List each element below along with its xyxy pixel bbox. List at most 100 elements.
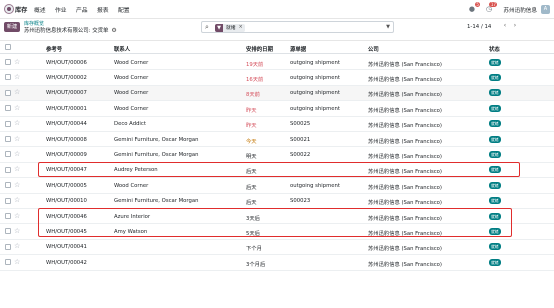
chat-icon[interactable]: ● 5 bbox=[467, 2, 481, 14]
row-checkbox[interactable] bbox=[5, 151, 11, 158]
cell-scheduled-date: 明天 bbox=[246, 153, 257, 160]
search-bar[interactable]: ⌕ ▼ 就绪 × ▼ bbox=[201, 21, 394, 33]
star-icon[interactable]: ☆ bbox=[14, 165, 20, 174]
cell-scheduled-date: 后天 bbox=[246, 200, 257, 207]
table-row[interactable]: ☆ WH/OUT/00005 Wood Corner 后天 outgoing s… bbox=[0, 178, 554, 194]
cell-scheduled-date: 3天后 bbox=[246, 215, 260, 222]
row-checkbox[interactable] bbox=[5, 136, 11, 142]
cell-company: 苏州迅豹信息 (San Francisco) bbox=[368, 92, 442, 99]
status-badge: 就绪 bbox=[489, 197, 501, 205]
menu-operations[interactable]: 作业 bbox=[55, 5, 67, 14]
star-icon[interactable]: ☆ bbox=[14, 212, 20, 221]
menu-reporting[interactable]: 报表 bbox=[97, 5, 109, 14]
row-checkbox[interactable] bbox=[5, 89, 11, 96]
row-checkbox[interactable] bbox=[5, 243, 11, 250]
top-navbar: 库存 概述 作业 产品 报表 配置 ● 5 ◷ 17 苏州迅豹信息 A bbox=[0, 0, 554, 19]
star-icon[interactable]: ☆ bbox=[14, 227, 20, 236]
cell-reference: WH/OUT/00042 bbox=[46, 259, 87, 266]
cell-source-document: S00025 bbox=[290, 121, 311, 128]
clock-icon[interactable]: ◷ 17 bbox=[484, 2, 498, 14]
menu-configuration[interactable]: 配置 bbox=[118, 5, 130, 14]
star-icon[interactable]: ☆ bbox=[14, 88, 20, 97]
star-icon[interactable]: ☆ bbox=[14, 258, 20, 267]
table-row[interactable]: ☆ WH/OUT/00007 Wood Corner 8天前 outgoing … bbox=[0, 85, 554, 102]
cell-company: 苏州迅豹信息 (San Francisco) bbox=[368, 184, 442, 191]
row-checkbox[interactable] bbox=[5, 197, 11, 204]
cell-source-document: outgoing shipment bbox=[290, 182, 340, 189]
star-icon[interactable]: ☆ bbox=[14, 150, 20, 159]
status-badge: 就绪 bbox=[489, 181, 501, 189]
row-checkbox[interactable] bbox=[5, 74, 11, 81]
cell-scheduled-date: 今天 bbox=[246, 138, 257, 145]
table-row[interactable]: ☆ WH/OUT/00046 Azure Interior 3天后 苏州迅豹信息… bbox=[0, 209, 554, 225]
row-checkbox[interactable] bbox=[5, 259, 11, 266]
table-row[interactable]: ☆ WH/OUT/00041 下个月 苏州迅豹信息 (San Francisco… bbox=[0, 240, 554, 256]
chevron-down-icon[interactable]: ▼ bbox=[386, 23, 390, 32]
menu-overview[interactable]: 概述 bbox=[34, 5, 46, 14]
menu-products[interactable]: 产品 bbox=[76, 5, 88, 14]
star-icon[interactable]: ☆ bbox=[14, 181, 20, 190]
cell-scheduled-date: 5天后 bbox=[246, 230, 260, 237]
star-icon[interactable]: ☆ bbox=[14, 104, 20, 113]
star-icon[interactable]: ☆ bbox=[14, 135, 20, 144]
status-badge: 就绪 bbox=[489, 135, 501, 143]
cell-source-document: outgoing shipment bbox=[290, 74, 340, 81]
app-name[interactable]: 库存 bbox=[15, 5, 27, 14]
activities-badge: 17 bbox=[489, 2, 498, 7]
cell-company: 苏州迅豹信息 (San Francisco) bbox=[368, 246, 442, 253]
column-contact[interactable]: 联系人 bbox=[114, 45, 130, 53]
cell-contact: Wood Corner bbox=[114, 182, 149, 189]
table-row[interactable]: ☆ WH/OUT/00047 Audrey Peterson 后天 苏州迅豹信息… bbox=[0, 163, 554, 179]
column-company[interactable]: 公司 bbox=[368, 45, 379, 53]
row-checkbox[interactable] bbox=[5, 182, 11, 189]
table-row[interactable]: ☆ WH/OUT/00009 Gemini Furniture, Oscar M… bbox=[0, 147, 554, 163]
new-button[interactable]: 新建 bbox=[4, 22, 20, 32]
cell-reference: WH/OUT/00006 bbox=[46, 59, 87, 66]
chevron-left-icon[interactable]: ‹ bbox=[501, 22, 509, 30]
cell-source-document: S00021 bbox=[290, 136, 311, 143]
row-checkbox[interactable] bbox=[5, 120, 11, 127]
row-checkbox[interactable] bbox=[5, 59, 11, 65]
cell-scheduled-date: 19天前 bbox=[246, 61, 264, 68]
table-row[interactable]: ☆ WH/OUT/00001 Wood Corner 昨天 outgoing s… bbox=[0, 101, 554, 117]
cell-contact: Azure Interior bbox=[114, 213, 151, 220]
gear-icon[interactable]: ⚙ bbox=[111, 27, 116, 34]
table-row[interactable]: ☆ WH/OUT/00010 Gemini Furniture, Oscar M… bbox=[0, 194, 554, 209]
column-scheduled-date[interactable]: 安排的日期 bbox=[246, 45, 273, 53]
row-checkbox[interactable] bbox=[5, 213, 11, 219]
table-row[interactable]: ☆ WH/OUT/00045 Amy Watson 5天后 苏州迅豹信息 (Sa… bbox=[0, 224, 554, 240]
table-row[interactable]: ☆ WH/OUT/00008 Gemini Furniture, Oscar M… bbox=[0, 132, 554, 148]
avatar[interactable]: A bbox=[541, 5, 550, 14]
app-icon[interactable] bbox=[4, 4, 14, 14]
select-all-checkbox[interactable] bbox=[5, 44, 11, 50]
status-badge: 就绪 bbox=[489, 258, 501, 266]
pager-value[interactable]: 1-14 / 14 bbox=[467, 24, 491, 30]
row-checkbox[interactable] bbox=[5, 166, 11, 173]
column-reference[interactable]: 参考号 bbox=[46, 45, 62, 53]
row-checkbox[interactable] bbox=[5, 105, 11, 112]
cell-company: 苏州迅豹信息 (San Francisco) bbox=[368, 230, 442, 237]
star-icon[interactable]: ☆ bbox=[14, 196, 20, 205]
close-icon[interactable]: × bbox=[239, 25, 245, 30]
navbar-systray: ● 5 ◷ 17 苏州迅豹信息 A bbox=[467, 2, 550, 16]
star-icon[interactable]: ☆ bbox=[14, 242, 20, 251]
column-source-document[interactable]: 源单据 bbox=[290, 45, 306, 53]
column-status[interactable]: 状态 bbox=[489, 45, 500, 53]
table-row[interactable]: ☆ WH/OUT/00006 Wood Corner 19天前 outgoing… bbox=[0, 55, 554, 71]
chevron-right-icon[interactable]: › bbox=[511, 22, 519, 30]
table-row[interactable]: ☆ WH/OUT/00002 Wood Corner 16天前 outgoing… bbox=[0, 70, 554, 86]
star-icon[interactable]: ☆ bbox=[14, 119, 20, 128]
cell-source-document: outgoing shipment bbox=[290, 90, 340, 97]
cell-source-document: S00022 bbox=[290, 151, 311, 158]
table-row[interactable]: ☆ WH/OUT/00042 3个月后 苏州迅豹信息 (San Francisc… bbox=[0, 255, 554, 271]
star-icon[interactable]: ☆ bbox=[14, 73, 20, 82]
cell-company: 苏州迅豹信息 (San Francisco) bbox=[368, 200, 442, 207]
star-icon[interactable]: ☆ bbox=[14, 58, 20, 67]
cell-source-document: S00023 bbox=[290, 198, 311, 205]
search-icon[interactable]: ⌕ bbox=[205, 23, 209, 32]
cell-scheduled-date: 后天 bbox=[246, 169, 257, 176]
company-switcher[interactable]: 苏州迅豹信息 bbox=[503, 6, 537, 14]
row-checkbox[interactable] bbox=[5, 228, 11, 235]
table-row[interactable]: ☆ WH/OUT/00044 Deco Addict 昨天 S00025 苏州迅… bbox=[0, 117, 554, 132]
status-badge: 就绪 bbox=[489, 58, 501, 66]
